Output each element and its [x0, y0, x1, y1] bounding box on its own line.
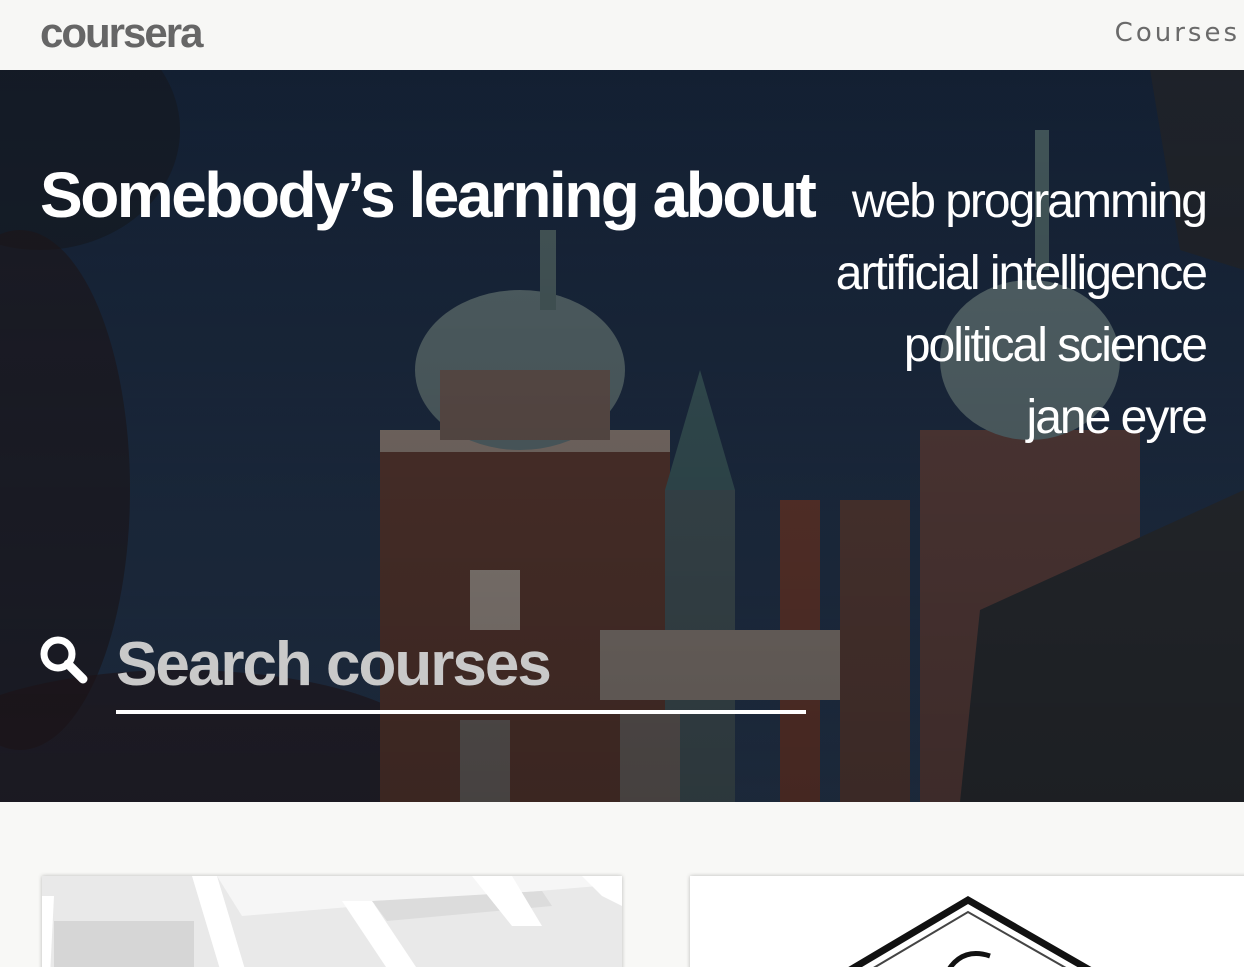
topic-item[interactable]: artificial intelligence — [836, 238, 1208, 310]
search-input[interactable] — [116, 618, 806, 714]
coursera-logo[interactable]: coursera — [40, 10, 203, 56]
topic-item[interactable]: political science — [836, 310, 1208, 382]
course-card-image — [42, 876, 622, 967]
hero-title: Somebody’s learning about — [40, 159, 817, 231]
top-header: coursera Courses — [0, 0, 1244, 70]
course-card-image — [690, 876, 1244, 967]
search-icon[interactable] — [38, 634, 90, 686]
topic-item[interactable]: jane eyre — [836, 382, 1208, 454]
course-card[interactable] — [42, 876, 622, 967]
hero-banner: Somebody’s learning about web programmin… — [0, 70, 1244, 802]
rotating-topics-list: web programming artificial intelligence … — [836, 166, 1208, 454]
nav-courses-link[interactable]: Courses — [1115, 18, 1240, 48]
topic-item[interactable]: web programming — [836, 166, 1208, 238]
course-card[interactable] — [690, 876, 1244, 967]
